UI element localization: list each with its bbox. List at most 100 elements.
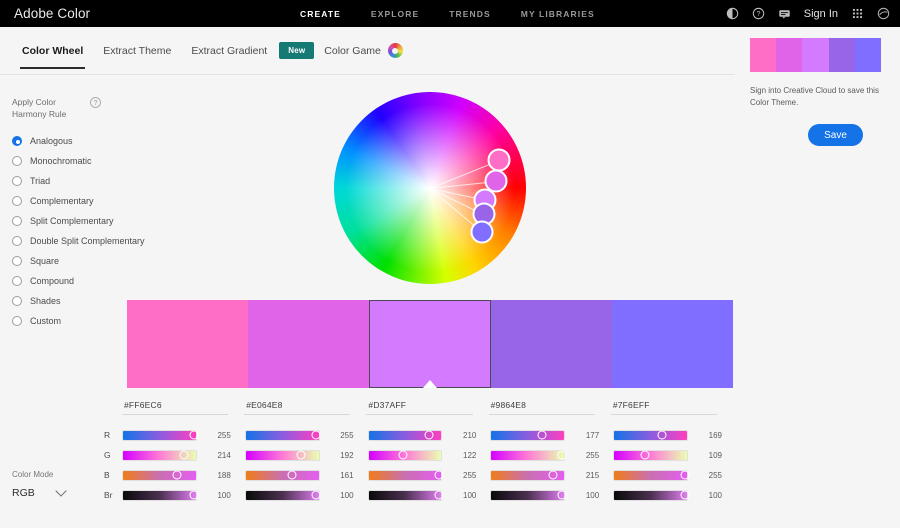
hex-field-4[interactable]: #9864E8	[489, 400, 611, 418]
slider-track[interactable]	[613, 430, 688, 441]
harmony-rule-square[interactable]: Square	[12, 251, 130, 271]
theme-swatch-3[interactable]	[369, 300, 490, 388]
slider-thumb[interactable]	[180, 451, 189, 460]
tab-extract-theme[interactable]: Extract Theme	[93, 28, 181, 74]
slider-track[interactable]	[122, 470, 197, 481]
brand-logo[interactable]: Adobe Color	[14, 6, 90, 21]
slider-thumb[interactable]	[658, 431, 667, 440]
save-button[interactable]: Save	[808, 124, 863, 146]
slider-thumb[interactable]	[641, 451, 650, 460]
slider-track[interactable]	[245, 470, 320, 481]
nav-link-explore[interactable]: EXPLORE	[371, 9, 419, 19]
slider-track[interactable]	[122, 490, 197, 501]
slider-thumb[interactable]	[680, 471, 689, 480]
slider-value: 100	[571, 491, 599, 500]
harmony-rule-compound[interactable]: Compound	[12, 271, 130, 291]
hex-field-1[interactable]: #FF6EC6	[122, 400, 244, 418]
nav-link-trends[interactable]: TRENDS	[449, 9, 491, 19]
harmony-rule-double-split-complementary[interactable]: Double Split Complementary	[12, 231, 130, 251]
slider-track[interactable]	[490, 490, 565, 501]
harmony-rule-shades[interactable]: Shades	[12, 291, 130, 311]
wheel-marker-1[interactable]	[487, 149, 510, 172]
radio-icon[interactable]	[12, 276, 22, 286]
radio-icon[interactable]	[12, 196, 22, 206]
harmony-rule-label: Triad	[30, 176, 50, 186]
slider-thumb[interactable]	[680, 491, 689, 500]
harmony-rule-analogous[interactable]: Analogous	[12, 131, 130, 151]
sign-in-link[interactable]: Sign In	[804, 8, 838, 20]
radio-icon[interactable]	[12, 256, 22, 266]
slider-track[interactable]	[368, 470, 443, 481]
slider-thumb[interactable]	[399, 451, 408, 460]
slider-cell-g-4: 255	[490, 450, 613, 461]
harmony-rule-split-complementary[interactable]: Split Complementary	[12, 211, 130, 231]
color-wheel[interactable]	[334, 92, 526, 284]
harmony-rule-complementary[interactable]: Complementary	[12, 191, 130, 211]
slider-track[interactable]	[368, 450, 443, 461]
radio-icon[interactable]	[12, 236, 22, 246]
help-icon[interactable]: ?	[752, 7, 765, 20]
help-tooltip-icon[interactable]: ?	[90, 97, 101, 108]
slider-thumb[interactable]	[435, 471, 444, 480]
slider-cell-r-1: 255	[122, 430, 245, 441]
harmony-header: Apply Color Harmony Rule ?	[12, 96, 130, 120]
radio-icon[interactable]	[12, 216, 22, 226]
channel-label: B	[104, 470, 122, 480]
theme-swatch-1[interactable]	[127, 300, 248, 388]
slider-thumb[interactable]	[189, 491, 198, 500]
radio-icon[interactable]	[12, 296, 22, 306]
slider-track[interactable]	[245, 490, 320, 501]
tab-color-wheel[interactable]: Color Wheel	[12, 28, 93, 74]
slider-thumb[interactable]	[287, 471, 296, 480]
slider-thumb[interactable]	[558, 491, 567, 500]
tab-extract-gradient[interactable]: Extract Gradient	[181, 28, 277, 74]
hex-field-2[interactable]: #E064E8	[244, 400, 366, 418]
slider-value: 122	[448, 451, 476, 460]
slider-thumb[interactable]	[189, 431, 198, 440]
slider-thumb[interactable]	[558, 451, 567, 460]
feedback-icon[interactable]	[778, 7, 791, 20]
wheel-marker-5[interactable]	[471, 220, 494, 243]
radio-icon[interactable]	[12, 316, 22, 326]
slider-thumb[interactable]	[548, 471, 557, 480]
theme-swatch-4[interactable]	[491, 300, 612, 388]
slider-thumb[interactable]	[537, 431, 546, 440]
slider-track[interactable]	[245, 450, 320, 461]
slider-value: 255	[694, 471, 722, 480]
nav-link-my-libraries[interactable]: MY LIBRARIES	[521, 9, 595, 19]
slider-track[interactable]	[368, 430, 443, 441]
slider-thumb[interactable]	[435, 491, 444, 500]
hex-field-3[interactable]: #D37AFF	[366, 400, 488, 418]
slider-thumb[interactable]	[296, 451, 305, 460]
tab-color-game[interactable]: Color Game	[314, 28, 413, 74]
theme-swatch-5[interactable]	[612, 300, 733, 388]
app-grid-icon[interactable]	[851, 7, 864, 20]
creative-cloud-icon[interactable]	[877, 7, 890, 20]
harmony-rule-monochromatic[interactable]: Monochromatic	[12, 151, 130, 171]
slider-track[interactable]	[613, 450, 688, 461]
radio-icon[interactable]	[12, 156, 22, 166]
slider-track[interactable]	[245, 430, 320, 441]
theme-swatch-2[interactable]	[248, 300, 369, 388]
slider-track[interactable]	[490, 450, 565, 461]
slider-thumb[interactable]	[312, 431, 321, 440]
harmony-rule-custom[interactable]: Custom	[12, 311, 130, 331]
slider-track[interactable]	[122, 430, 197, 441]
slider-thumb[interactable]	[424, 431, 433, 440]
slider-thumb[interactable]	[312, 491, 321, 500]
radio-icon[interactable]	[12, 136, 22, 146]
slider-track[interactable]	[613, 490, 688, 501]
hex-field-5[interactable]: #7F6EFF	[611, 400, 733, 418]
harmony-rule-triad[interactable]: Triad	[12, 171, 130, 191]
slider-thumb[interactable]	[172, 471, 181, 480]
slider-track[interactable]	[122, 450, 197, 461]
main-nav: CREATE EXPLORE TRENDS MY LIBRARIES	[300, 0, 595, 27]
nav-link-create[interactable]: CREATE	[300, 9, 341, 19]
color-game-wheel-icon[interactable]	[388, 43, 403, 58]
radio-icon[interactable]	[12, 176, 22, 186]
slider-track[interactable]	[368, 490, 443, 501]
slider-track[interactable]	[490, 430, 565, 441]
slider-track[interactable]	[613, 470, 688, 481]
slider-track[interactable]	[490, 470, 565, 481]
contrast-icon[interactable]	[726, 7, 739, 20]
